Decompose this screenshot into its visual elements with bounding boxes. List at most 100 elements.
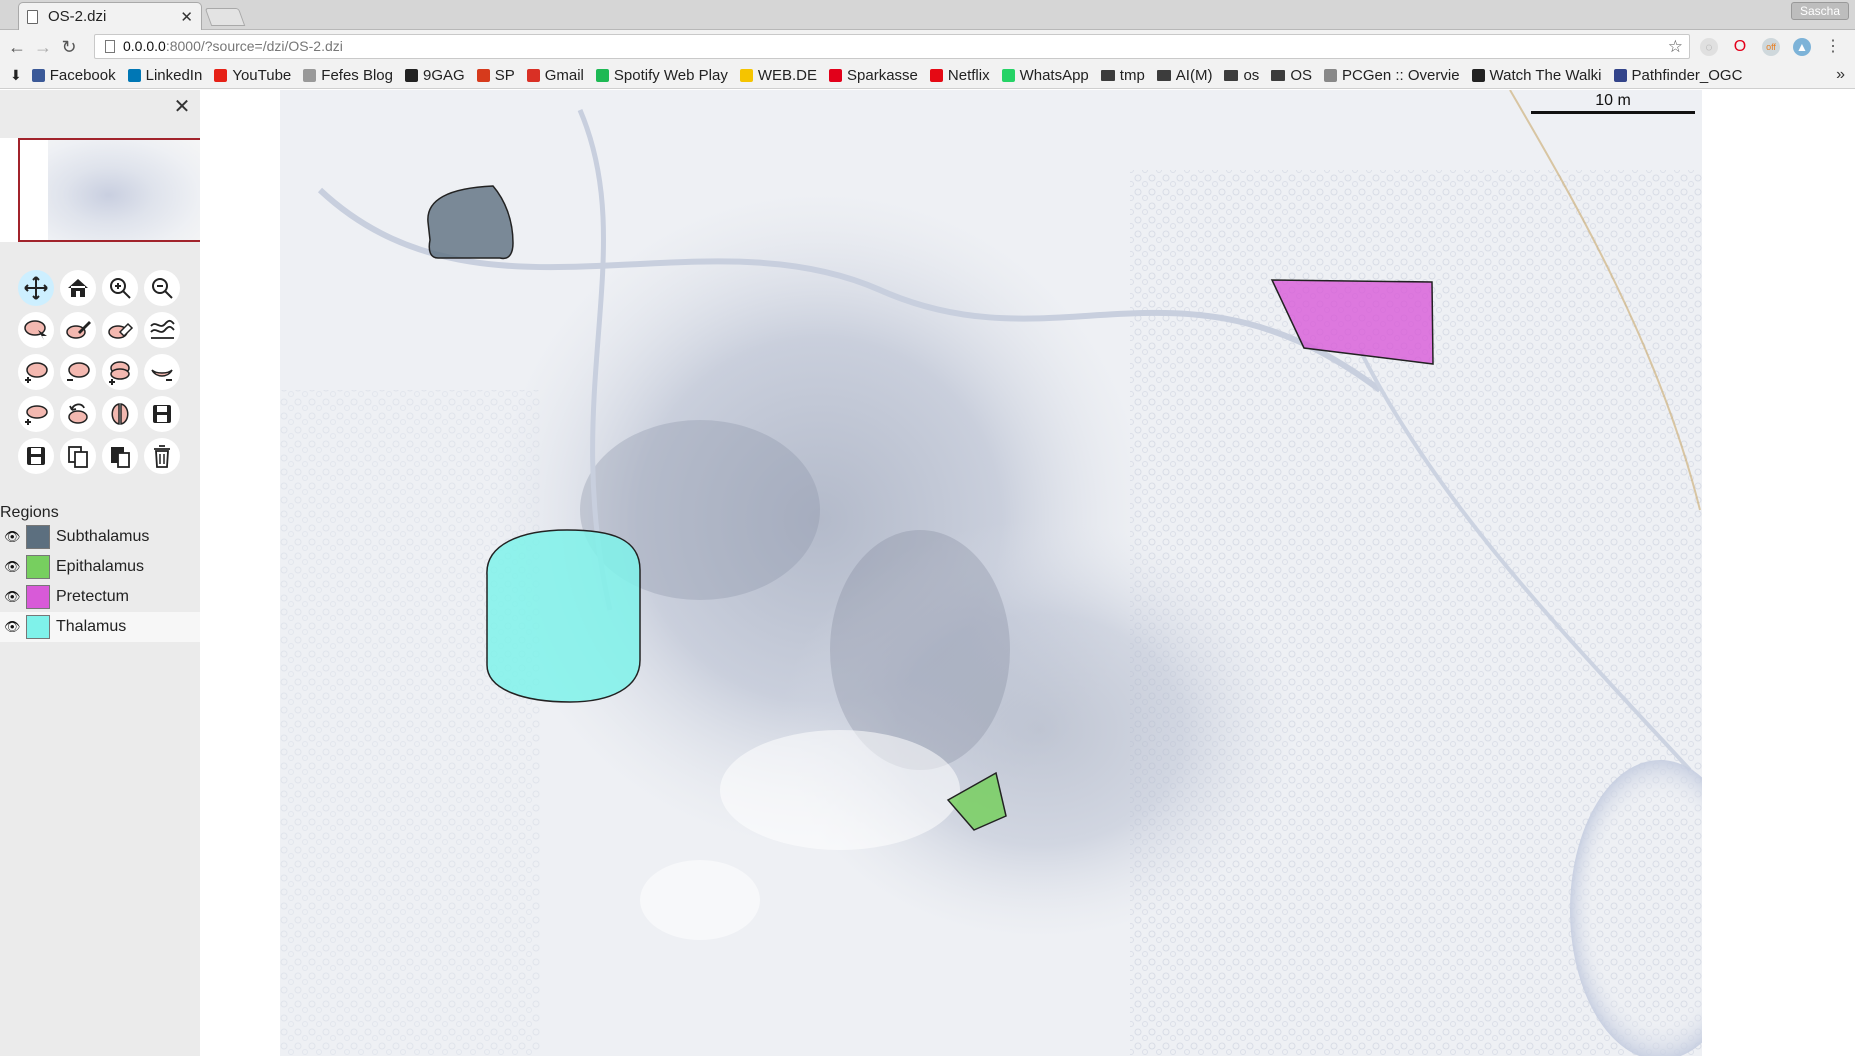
erase-region-icon[interactable] bbox=[102, 312, 138, 348]
reload-icon[interactable]: ↻ bbox=[58, 36, 80, 58]
browser-toolbar: ← → ↻ 0.0.0.0:8000/?source=/dzi/OS-2.dzi… bbox=[0, 30, 1855, 63]
region-color-swatch[interactable] bbox=[26, 555, 50, 579]
eye-icon[interactable]: 👁 bbox=[4, 529, 21, 545]
browser-tab[interactable]: OS-2.dzi ✕ bbox=[18, 2, 202, 30]
zoom-out-icon[interactable] bbox=[144, 270, 180, 306]
bookmark-item[interactable]: YouTube bbox=[214, 67, 291, 84]
viewport-frame[interactable] bbox=[18, 138, 200, 242]
extension-icon[interactable]: ▲ bbox=[1793, 38, 1811, 56]
region-epithalamus[interactable] bbox=[946, 771, 1007, 831]
site-favicon-icon bbox=[1324, 69, 1337, 82]
bookmark-item[interactable]: Sparkasse bbox=[829, 67, 918, 84]
add-region-icon[interactable] bbox=[18, 354, 54, 390]
region-color-swatch[interactable] bbox=[26, 585, 50, 609]
extension-off-icon[interactable]: off bbox=[1762, 38, 1780, 56]
profile-badge[interactable]: Sascha bbox=[1790, 2, 1849, 20]
eye-icon[interactable]: 👁 bbox=[4, 619, 21, 635]
site-favicon-icon bbox=[1001, 69, 1015, 82]
split-region-icon[interactable] bbox=[102, 396, 138, 432]
site-favicon-icon bbox=[1471, 69, 1485, 82]
eye-icon[interactable]: 👁 bbox=[4, 589, 21, 605]
region-thalamus[interactable] bbox=[486, 529, 641, 703]
bookmark-item[interactable]: 9GAG bbox=[405, 67, 465, 84]
pan-tool-icon[interactable] bbox=[18, 270, 54, 306]
bookmark-item[interactable]: SP bbox=[476, 67, 515, 84]
home-view-icon[interactable] bbox=[60, 270, 96, 306]
annotation-sidebar: ✕ Regions 👁 Subthalamus 👁 Epithalamus 👁 Prete… bbox=[0, 90, 200, 1056]
bookmark-label: YouTube bbox=[232, 67, 292, 84]
region-pretectum[interactable] bbox=[1270, 279, 1434, 365]
apps-icon[interactable]: ⬇ bbox=[10, 67, 22, 84]
bookmark-item[interactable]: OS bbox=[1271, 67, 1312, 84]
region-color-swatch[interactable] bbox=[26, 525, 50, 549]
region-row[interactable]: 👁 Epithalamus bbox=[0, 552, 200, 582]
forward-icon[interactable]: → bbox=[32, 36, 54, 58]
folder-icon bbox=[1271, 70, 1286, 81]
zoom-in-icon[interactable] bbox=[102, 270, 138, 306]
bookmark-item[interactable]: LinkedIn bbox=[127, 67, 202, 84]
bookmark-item[interactable]: tmp bbox=[1100, 67, 1145, 84]
draw-region-icon[interactable] bbox=[60, 312, 96, 348]
tab-title: OS-2.dzi bbox=[48, 8, 107, 25]
site-favicon-icon bbox=[214, 69, 228, 82]
site-favicon-icon bbox=[595, 69, 609, 82]
bookmark-label: WEB.DE bbox=[757, 67, 818, 84]
region-color-swatch[interactable] bbox=[26, 615, 50, 639]
subtract-region-icon[interactable] bbox=[144, 354, 180, 390]
bookmark-item[interactable]: Netflix bbox=[929, 67, 990, 84]
bookmark-star-icon[interactable]: ☆ bbox=[1668, 35, 1683, 58]
region-row[interactable]: 👁 Subthalamus bbox=[0, 522, 200, 552]
site-favicon-icon bbox=[1613, 69, 1627, 82]
region-row[interactable]: 👁 Thalamus bbox=[0, 612, 200, 642]
bookmark-item[interactable]: WhatsApp bbox=[1001, 67, 1089, 84]
bookmark-item[interactable]: Watch The Walki bbox=[1471, 67, 1602, 84]
save-file-icon[interactable] bbox=[18, 438, 54, 474]
site-favicon-icon bbox=[526, 69, 540, 82]
bookmark-label: Netflix bbox=[947, 67, 990, 84]
remove-region-icon[interactable] bbox=[60, 354, 96, 390]
bookmark-label: SP bbox=[494, 67, 515, 84]
select-region-icon[interactable] bbox=[18, 312, 54, 348]
union-region-icon[interactable] bbox=[102, 354, 138, 390]
new-tab-button[interactable] bbox=[204, 8, 246, 26]
extension-icon[interactable]: ◌ bbox=[1700, 38, 1718, 56]
region-label: Pretectum bbox=[56, 588, 129, 605]
rotate-region-icon[interactable] bbox=[60, 396, 96, 432]
regions-list: 👁 Subthalamus 👁 Epithalamus 👁 Pretectum 👁 Thala… bbox=[0, 522, 200, 642]
region-subthalamus[interactable] bbox=[427, 185, 514, 260]
tab-close-icon[interactable]: ✕ bbox=[180, 8, 193, 26]
copy-region-icon[interactable] bbox=[60, 438, 96, 474]
menu-icon[interactable]: ⋮ bbox=[1824, 38, 1842, 56]
navigator-minimap[interactable] bbox=[0, 138, 200, 242]
smooth-region-icon[interactable] bbox=[144, 312, 180, 348]
more-bookmarks-icon[interactable]: » bbox=[1836, 66, 1845, 84]
delete-region-icon[interactable] bbox=[144, 438, 180, 474]
save-region-icon[interactable] bbox=[144, 396, 180, 432]
paste-region-icon[interactable] bbox=[102, 438, 138, 474]
bookmark-item[interactable]: AI(M) bbox=[1156, 67, 1212, 84]
region-label: Thalamus bbox=[56, 618, 127, 635]
bookmark-label: Sparkasse bbox=[847, 67, 918, 84]
bookmark-item[interactable]: Spotify Web Play bbox=[595, 67, 728, 84]
bookmark-item[interactable]: os bbox=[1224, 67, 1259, 84]
bookmark-item[interactable]: WEB.DE bbox=[739, 67, 818, 84]
eye-icon[interactable]: 👁 bbox=[4, 559, 21, 575]
bookmark-item[interactable]: Gmail bbox=[526, 67, 584, 84]
address-bar[interactable]: 0.0.0.0:8000/?source=/dzi/OS-2.dzi ☆ bbox=[94, 34, 1690, 59]
folder-icon bbox=[1100, 70, 1115, 81]
opera-icon[interactable]: O bbox=[1731, 38, 1749, 56]
bookmark-item[interactable]: Fefes Blog bbox=[303, 67, 393, 84]
site-favicon-icon bbox=[476, 69, 490, 82]
add-point-icon[interactable] bbox=[18, 396, 54, 432]
bookmark-label: 9GAG bbox=[423, 67, 465, 84]
bookmark-item[interactable]: Facebook bbox=[31, 67, 116, 84]
site-favicon-icon bbox=[405, 69, 418, 82]
close-icon[interactable]: ✕ bbox=[170, 96, 194, 120]
page-icon bbox=[105, 40, 115, 53]
bookmark-item[interactable]: Pathfinder_OGC bbox=[1613, 67, 1742, 84]
folder-icon bbox=[1224, 70, 1239, 81]
region-label: Subthalamus bbox=[56, 528, 150, 545]
back-icon[interactable]: ← bbox=[6, 36, 28, 58]
region-row[interactable]: 👁 Pretectum bbox=[0, 582, 200, 612]
bookmark-item[interactable]: PCGen :: Overvie bbox=[1324, 67, 1460, 84]
